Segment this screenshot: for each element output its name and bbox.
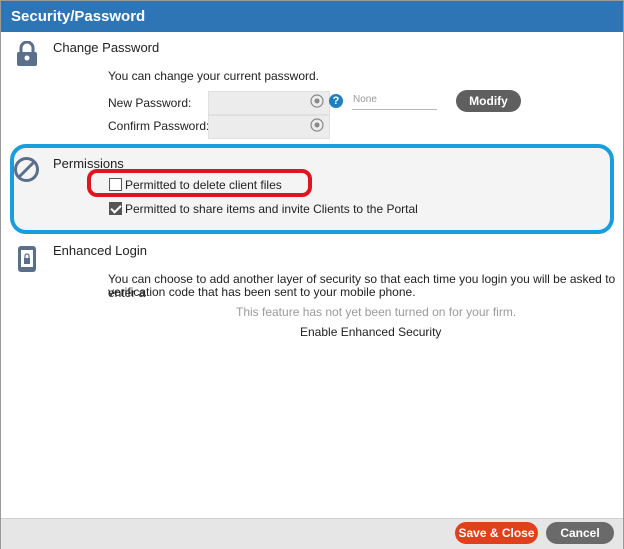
- dialog-title: Security/Password: [11, 8, 146, 25]
- enable-enhanced-security-link[interactable]: Enable Enhanced Security: [300, 325, 441, 339]
- change-password-description: You can change your current password.: [108, 69, 320, 83]
- hint-underline: [352, 109, 437, 110]
- new-password-label: New Password:: [108, 96, 192, 110]
- enhanced-login-title: Enhanced Login: [53, 243, 147, 258]
- eye-icon[interactable]: [310, 94, 324, 108]
- lock-icon: [15, 40, 39, 70]
- delete-files-label: Permitted to delete client files: [125, 178, 282, 192]
- mobile-lock-icon: [17, 245, 37, 276]
- password-hint: None: [353, 94, 377, 105]
- cancel-button[interactable]: Cancel: [546, 522, 614, 544]
- delete-files-checkbox[interactable]: [109, 178, 122, 191]
- share-items-label: Permitted to share items and invite Clie…: [125, 202, 418, 216]
- feature-notice: This feature has not yet been turned on …: [236, 305, 517, 319]
- enhanced-login-description-line2: verification code that has been sent to …: [108, 285, 416, 299]
- modify-button[interactable]: Modify: [456, 90, 521, 112]
- dialog-titlebar: Security/Password: [1, 1, 623, 32]
- confirm-password-label: Confirm Password:: [108, 119, 210, 133]
- security-password-dialog: Security/Password Change Password You ca…: [0, 0, 624, 549]
- change-password-title: Change Password: [53, 40, 160, 55]
- no-entry-icon: [13, 156, 40, 186]
- save-close-button[interactable]: Save & Close: [455, 522, 538, 544]
- help-icon[interactable]: ?: [329, 94, 343, 108]
- share-items-checkbox[interactable]: [109, 202, 122, 215]
- eye-icon[interactable]: [310, 118, 324, 132]
